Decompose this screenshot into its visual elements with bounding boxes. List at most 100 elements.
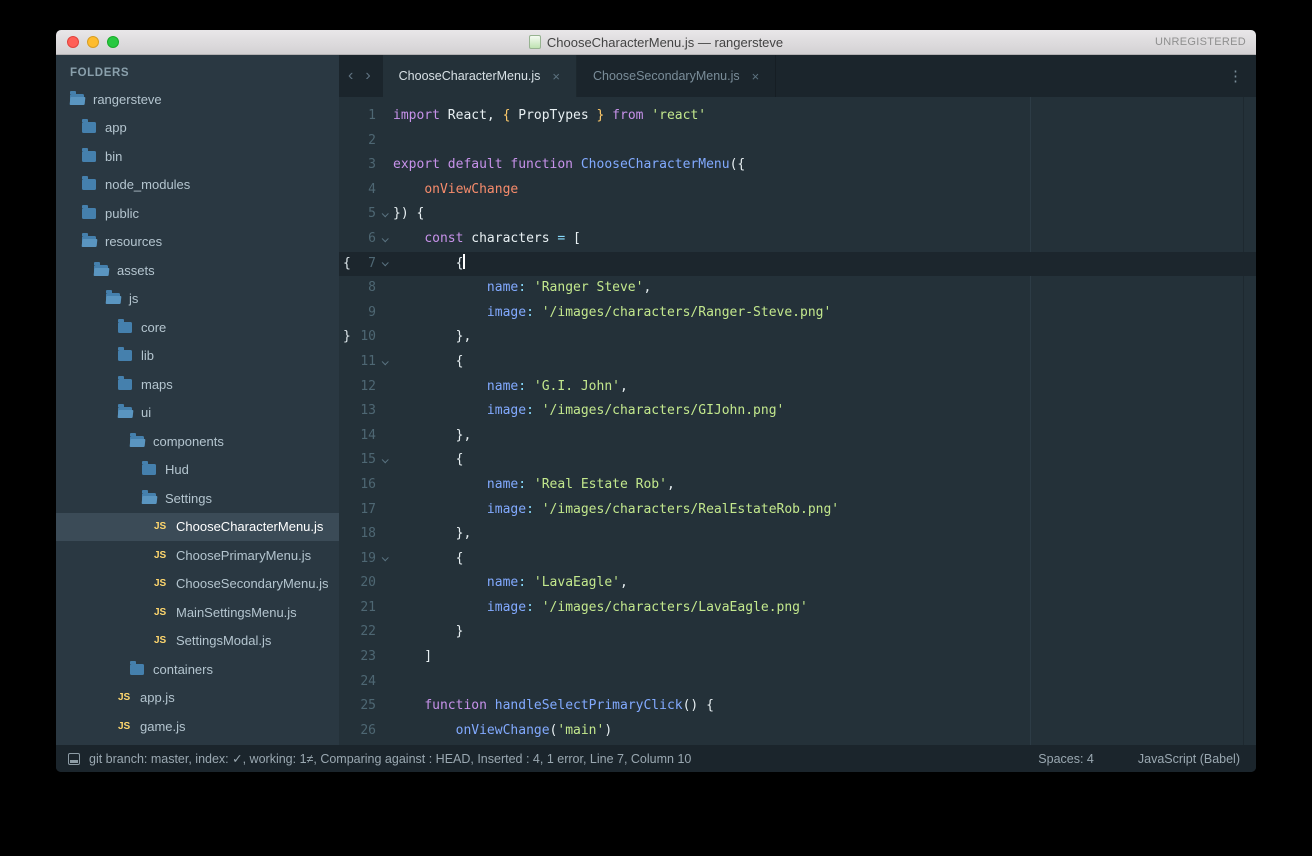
fold-chevron-icon[interactable] [376, 252, 393, 277]
sidebar-item-SettingsModal-js[interactable]: JSSettingsModal.js [56, 627, 339, 656]
code-line-18[interactable]: 18 }, [339, 522, 1256, 547]
line-number: 18 [352, 522, 376, 547]
folder-icon [118, 322, 132, 333]
close-button[interactable] [67, 36, 79, 48]
brace-match-marker [339, 424, 352, 449]
code-line-11[interactable]: 11 { [339, 350, 1256, 375]
code-line-1[interactable]: 1import React, { PropTypes } from 'react… [339, 104, 1256, 129]
sidebar-item-label: ChooseSecondaryMenu.js [176, 576, 328, 591]
sidebar-item-label: app [105, 120, 127, 135]
fold-spacer [376, 325, 393, 350]
line-number: 11 [352, 350, 376, 375]
tab-close-icon[interactable]: × [752, 69, 760, 84]
tab-overflow-icon[interactable]: ⋮ [1215, 55, 1256, 97]
tab-prev-icon[interactable]: ‹ [348, 67, 353, 85]
code-text: }, [393, 325, 1256, 350]
panel-icon[interactable] [68, 753, 80, 765]
folder-open-icon [130, 436, 144, 447]
indent-setting[interactable]: Spaces: 4 [1038, 752, 1094, 766]
syntax-setting[interactable]: JavaScript (Babel) [1138, 752, 1240, 766]
tab-next-icon[interactable]: › [365, 67, 370, 85]
sidebar-item-Hud[interactable]: Hud [56, 456, 339, 485]
code-line-12[interactable]: 12 name: 'G.I. John', [339, 375, 1256, 400]
sidebar-item-components[interactable]: components [56, 427, 339, 456]
code-editor[interactable]: 1import React, { PropTypes } from 'react… [339, 97, 1256, 745]
line-number: 19 [352, 547, 376, 572]
sidebar-item-ui[interactable]: ui [56, 399, 339, 428]
fold-chevron-icon[interactable] [376, 448, 393, 473]
line-number: 13 [352, 399, 376, 424]
sidebar-item-label: Hud [165, 462, 189, 477]
code-line-13[interactable]: 13 image: '/images/characters/GIJohn.png… [339, 399, 1256, 424]
editor-column: ‹ › ChooseCharacterMenu.js×ChooseSeconda… [339, 55, 1256, 745]
sidebar-item-rangersteve[interactable]: rangersteve [56, 85, 339, 114]
fold-chevron-icon[interactable] [376, 547, 393, 572]
code-line-25[interactable]: 25 function handleSelectPrimaryClick() { [339, 694, 1256, 719]
sidebar-item-resources[interactable]: resources [56, 228, 339, 257]
code-line-21[interactable]: 21 image: '/images/characters/LavaEagle.… [339, 596, 1256, 621]
code-text [393, 129, 1256, 154]
minimize-button[interactable] [87, 36, 99, 48]
sidebar-item-maps[interactable]: maps [56, 370, 339, 399]
sidebar-item-core[interactable]: core [56, 313, 339, 342]
fold-spacer [376, 719, 393, 744]
brace-match-marker [339, 399, 352, 424]
tab-ChooseCharacterMenu-js[interactable]: ChooseCharacterMenu.js× [383, 55, 577, 97]
sidebar-item-public[interactable]: public [56, 199, 339, 228]
sidebar-item-ChooseCharacterMenu-js[interactable]: JSChooseCharacterMenu.js [56, 513, 339, 542]
code-line-10[interactable]: }10 }, [339, 325, 1256, 350]
fold-spacer [376, 301, 393, 326]
code-text: image: '/images/characters/LavaEagle.png… [393, 596, 1256, 621]
tab-close-icon[interactable]: × [552, 69, 560, 84]
code-line-9[interactable]: 9 image: '/images/characters/Ranger-Stev… [339, 301, 1256, 326]
code-line-17[interactable]: 17 image: '/images/characters/RealEstate… [339, 498, 1256, 523]
code-line-6[interactable]: 6 const characters = [ [339, 227, 1256, 252]
code-line-24[interactable]: 24 [339, 670, 1256, 695]
sidebar-item-bin[interactable]: bin [56, 142, 339, 171]
sidebar-item-js[interactable]: js [56, 285, 339, 314]
code-line-7[interactable]: {7 { [339, 252, 1256, 277]
sidebar-item-label: SettingsModal.js [176, 633, 271, 648]
zoom-button[interactable] [107, 36, 119, 48]
code-line-22[interactable]: 22 } [339, 620, 1256, 645]
sidebar-item-app-js[interactable]: JSapp.js [56, 684, 339, 713]
sidebar-item-app[interactable]: app [56, 114, 339, 143]
fold-chevron-icon[interactable] [376, 227, 393, 252]
sidebar-item-game-js[interactable]: JSgame.js [56, 712, 339, 741]
fold-spacer [376, 473, 393, 498]
code-line-2[interactable]: 2 [339, 129, 1256, 154]
sidebar-item-ChooseSecondaryMenu-js[interactable]: JSChooseSecondaryMenu.js [56, 570, 339, 599]
line-number: 7 [352, 252, 376, 277]
fold-chevron-icon[interactable] [376, 350, 393, 375]
fold-spacer [376, 399, 393, 424]
folder-icon [130, 664, 144, 675]
sidebar-item-MainSettingsMenu-js[interactable]: JSMainSettingsMenu.js [56, 598, 339, 627]
code-text: name: 'G.I. John', [393, 375, 1256, 400]
code-line-19[interactable]: 19 { [339, 547, 1256, 572]
sidebar-item-Settings[interactable]: Settings [56, 484, 339, 513]
sidebar-item-containers[interactable]: containers [56, 655, 339, 684]
code-line-16[interactable]: 16 name: 'Real Estate Rob', [339, 473, 1256, 498]
fold-spacer [376, 571, 393, 596]
code-line-23[interactable]: 23 ] [339, 645, 1256, 670]
fold-chevron-icon[interactable] [376, 202, 393, 227]
sidebar-item-label: containers [153, 662, 213, 677]
code-line-5[interactable]: 5}) { [339, 202, 1256, 227]
code-line-26[interactable]: 26 onViewChange('main') [339, 719, 1256, 744]
code-line-4[interactable]: 4 onViewChange [339, 178, 1256, 203]
brace-match-marker: } [339, 325, 352, 350]
code-text: onViewChange [393, 178, 1256, 203]
code-line-8[interactable]: 8 name: 'Ranger Steve', [339, 276, 1256, 301]
sidebar-item-ChoosePrimaryMenu-js[interactable]: JSChoosePrimaryMenu.js [56, 541, 339, 570]
code-line-15[interactable]: 15 { [339, 448, 1256, 473]
sidebar-item-lib[interactable]: lib [56, 342, 339, 371]
sidebar-item-node_modules[interactable]: node_modules [56, 171, 339, 200]
line-number: 4 [352, 178, 376, 203]
brace-match-marker [339, 620, 352, 645]
tab-ChooseSecondaryMenu-js[interactable]: ChooseSecondaryMenu.js× [577, 55, 776, 97]
code-line-3[interactable]: 3export default function ChooseCharacter… [339, 153, 1256, 178]
fold-spacer [376, 153, 393, 178]
sidebar-item-assets[interactable]: assets [56, 256, 339, 285]
code-line-20[interactable]: 20 name: 'LavaEagle', [339, 571, 1256, 596]
code-line-14[interactable]: 14 }, [339, 424, 1256, 449]
